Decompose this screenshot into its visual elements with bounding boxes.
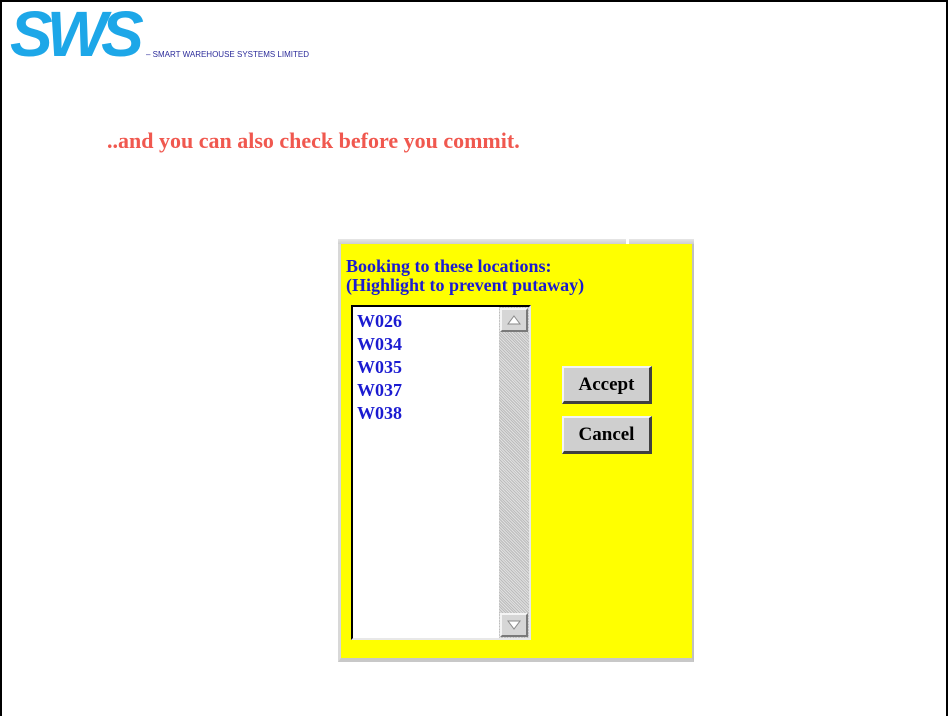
locations-listbox[interactable]: W026 W034 W035 W037 W038	[351, 305, 531, 640]
dialog-title: Booking to these locations: (Highlight t…	[346, 257, 584, 295]
scroll-up-button[interactable]	[500, 308, 528, 332]
page-headline: ..and you can also check before you comm…	[107, 128, 520, 153]
dialog-title-line2: (Highlight to prevent putaway)	[346, 275, 585, 295]
dialog-title-line1: Booking to these locations:	[346, 256, 552, 276]
location-item[interactable]: W026	[357, 310, 402, 333]
scroll-down-button[interactable]	[500, 613, 528, 637]
location-item[interactable]: W038	[357, 402, 402, 425]
logo-wordmark: SWS	[10, 2, 144, 62]
listbox-scrollbar[interactable]	[499, 307, 529, 638]
location-item[interactable]: W034	[357, 333, 402, 356]
locations-list: W026 W034 W035 W037 W038	[357, 310, 402, 425]
logo-tagline: – SMART WAREHOUSE SYSTEMS LIMITED	[146, 50, 309, 59]
triangle-up-icon	[507, 315, 521, 325]
cancel-button[interactable]: Cancel	[562, 416, 652, 454]
location-item[interactable]: W035	[357, 356, 402, 379]
booking-dialog: Booking to these locations: (Highlight t…	[338, 244, 694, 662]
sws-logo: SWS	[8, 0, 150, 70]
location-item[interactable]: W037	[357, 379, 402, 402]
accept-button[interactable]: Accept	[562, 366, 652, 404]
triangle-down-icon	[507, 620, 521, 630]
